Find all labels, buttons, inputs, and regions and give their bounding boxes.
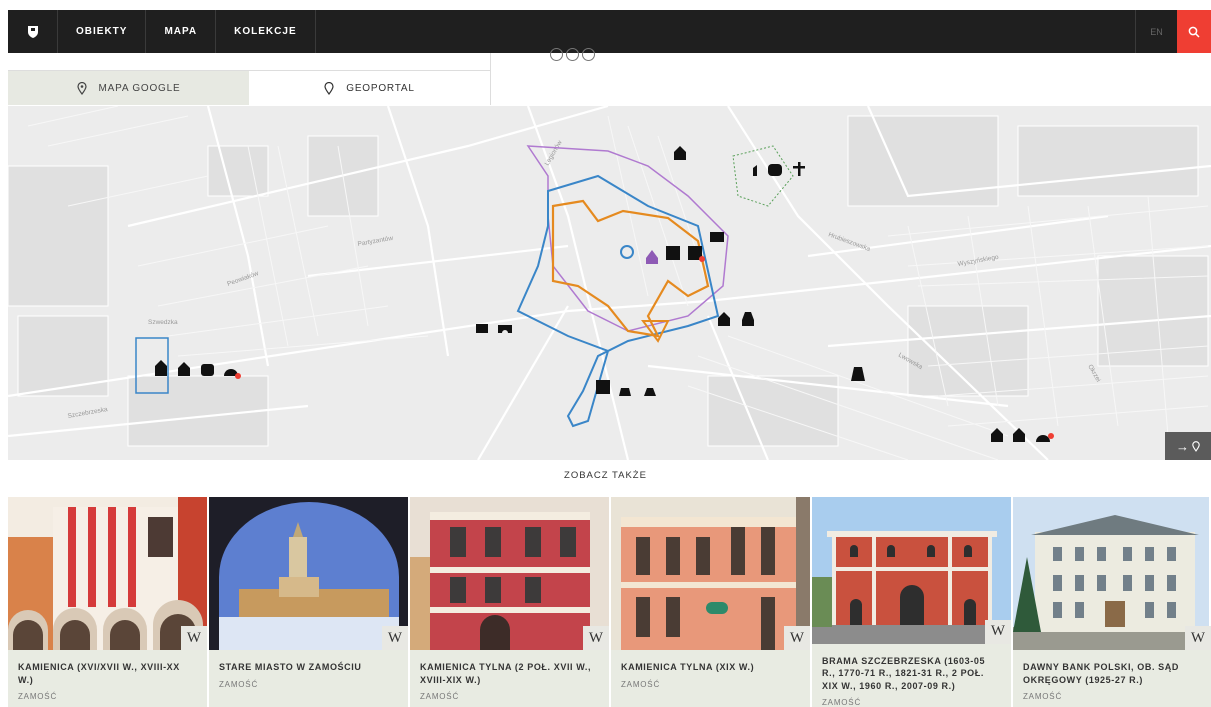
circle-icon[interactable]: [550, 48, 563, 61]
card-title[interactable]: KAMIENICA TYLNA (XIX W.): [621, 661, 800, 674]
card-photo: W: [611, 497, 810, 650]
divider: [490, 53, 491, 105]
page: OBIEKTY MAPA KOLEKCJE EN MAPA GOOGLE GEO…: [0, 0, 1211, 707]
building-marker-icon[interactable]: [596, 380, 610, 394]
card-photo: W: [1013, 497, 1211, 650]
building-marker-icon[interactable]: [666, 246, 680, 260]
card-city: ZAMOŚĆ: [621, 679, 661, 689]
arrow-right-icon: →: [1176, 438, 1189, 454]
card-photo: W: [8, 497, 207, 650]
card-body: KAMIENICA TYLNA (XIX W.) ZAMOŚĆ: [611, 650, 810, 707]
language-switch[interactable]: EN: [1135, 10, 1177, 53]
wiki-badge[interactable]: W: [1185, 626, 1211, 650]
see-also-card[interactable]: W STARE MIASTO W ZAMOŚCIU ZAMOŚĆ: [209, 497, 408, 707]
card-body: DAWNY BANK POLSKI, OB. SĄD OKRĘGOWY (192…: [1013, 650, 1211, 707]
card-body: KAMIENICA (XVI/XVII W., XVIII-XX W.) ZAM…: [8, 650, 207, 707]
card-photo: W: [812, 497, 1011, 644]
tab-label: MAPA GOOGLE: [98, 82, 181, 94]
see-also-heading: ZOBACZ TAKŻE: [564, 470, 647, 481]
circle-icon[interactable]: [582, 48, 595, 61]
search-button[interactable]: [1177, 10, 1211, 53]
see-also-card[interactable]: W KAMIENICA TYLNA (XIX W.) ZAMOŚĆ: [611, 497, 810, 707]
map-mode-icons: [550, 48, 595, 61]
card-title[interactable]: DAWNY BANK POLSKI, OB. SĄD OKRĘGOWY (192…: [1023, 661, 1201, 686]
map-canvas[interactable]: Szczebrzeska Szwedzka Peowiaków Hrubiesz…: [8, 106, 1211, 460]
map-pin-icon: [1192, 440, 1200, 452]
wiki-badge[interactable]: W: [181, 626, 207, 650]
card-title[interactable]: KAMIENICA (XVI/XVII W., XVIII-XX W.): [18, 661, 197, 686]
search-icon: [1188, 26, 1200, 38]
logo[interactable]: [8, 10, 58, 53]
card-city: ZAMOŚĆ: [822, 698, 862, 707]
wiki-badge[interactable]: W: [985, 619, 1011, 644]
top-navigation: OBIEKTY MAPA KOLEKCJE EN: [8, 10, 1211, 53]
nav-item-objects[interactable]: OBIEKTY: [58, 10, 147, 53]
card-title[interactable]: BRAMA SZCZEBRZESKA (1603-05 R., 1770-71 …: [822, 655, 1001, 693]
card-body: STARE MIASTO W ZAMOŚCIU ZAMOŚĆ: [209, 650, 408, 707]
wiki-badge[interactable]: W: [382, 626, 408, 650]
map-pin-icon: [324, 81, 334, 95]
nav-item-map[interactable]: MAPA: [146, 10, 217, 53]
tab-geoportal[interactable]: GEOPORTAL: [249, 71, 490, 105]
shield-logo-icon: [27, 25, 38, 38]
card-city: ZAMOŚĆ: [1023, 692, 1063, 701]
nav-item-collections[interactable]: KOLEKCJE: [216, 10, 316, 53]
map-pin-icon: [76, 81, 87, 95]
wiki-badge[interactable]: W: [583, 626, 609, 650]
wiki-badge[interactable]: W: [784, 626, 810, 650]
card-city: ZAMOŚĆ: [219, 679, 259, 689]
card-photo: W: [209, 497, 408, 650]
card-title[interactable]: STARE MIASTO W ZAMOŚCIU: [219, 661, 398, 674]
card-city: ZAMOŚĆ: [420, 692, 460, 701]
circle-icon[interactable]: [566, 48, 579, 61]
street-label: Szwedzka: [148, 319, 178, 326]
see-also-cards: W KAMIENICA (XVI/XVII W., XVIII-XX W.) Z…: [8, 497, 1211, 707]
map-view[interactable]: Szczebrzeska Szwedzka Peowiaków Hrubiesz…: [8, 106, 1211, 460]
map-source-tabs: MAPA GOOGLE GEOPORTAL: [8, 70, 490, 105]
building-marker-icon[interactable]: [768, 164, 782, 176]
expand-map-button[interactable]: →: [1165, 432, 1211, 460]
tab-google-map[interactable]: MAPA GOOGLE: [8, 71, 249, 105]
see-also-card[interactable]: W KAMIENICA (XVI/XVII W., XVIII-XX W.) Z…: [8, 497, 207, 707]
card-body: BRAMA SZCZEBRZESKA (1603-05 R., 1770-71 …: [812, 643, 1011, 707]
building-marker-icon[interactable]: [619, 388, 631, 396]
building-marker-icon[interactable]: [201, 364, 214, 376]
see-also-card[interactable]: W DAWNY BANK POLSKI, OB. SĄD OKRĘGOWY (1…: [1013, 497, 1211, 707]
card-photo: W: [410, 497, 609, 650]
card-title[interactable]: KAMIENICA TYLNA (2 POŁ. XVII W., XVIII-X…: [420, 661, 599, 686]
building-marker-icon[interactable]: [476, 324, 488, 333]
see-also-card[interactable]: W BRAMA SZCZEBRZESKA (1603-05 R., 1770-7…: [812, 497, 1011, 707]
card-body: KAMIENICA TYLNA (2 POŁ. XVII W., XVIII-X…: [410, 650, 609, 707]
tab-label: GEOPORTAL: [346, 82, 415, 94]
see-also-card[interactable]: W KAMIENICA TYLNA (2 POŁ. XVII W., XVIII…: [410, 497, 609, 707]
card-city: ZAMOŚĆ: [18, 692, 58, 701]
building-marker-icon[interactable]: [710, 232, 724, 242]
